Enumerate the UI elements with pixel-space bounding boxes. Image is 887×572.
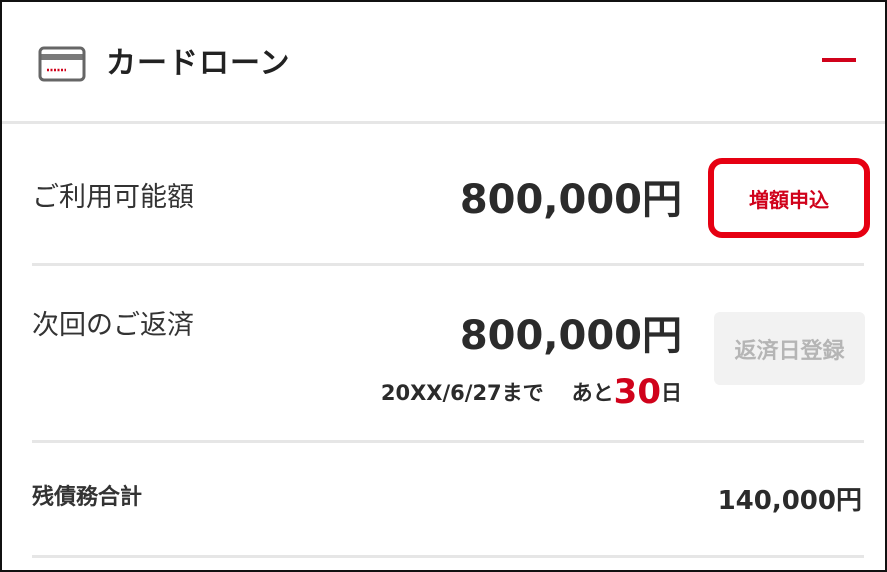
available-amount-label: ご利用可能額 — [32, 182, 194, 213]
next-payment-amount: 800,000円 — [459, 313, 682, 359]
panel-header[interactable]: カードローン — [2, 2, 885, 124]
card-loan-panel: カードローン ご利用可能額 800,000円 増額申込 次回のご返済 800,0… — [0, 0, 887, 572]
total-balance-amount: 140,000円 — [717, 486, 862, 516]
increase-application-button[interactable]: 増額申込 — [708, 158, 870, 238]
available-amount-value: 800,000円 — [459, 177, 682, 223]
next-payment-label: 次回のご返済 — [32, 310, 194, 341]
register-payment-date-button[interactable]: 返済日登録 — [714, 312, 865, 385]
total-balance-label: 残債務合計 — [32, 485, 143, 510]
credit-card-icon — [38, 46, 86, 82]
remaining-suffix: 日 — [661, 381, 682, 405]
divider — [32, 555, 864, 558]
due-info: 20XX/6/27まで あと30日 — [342, 370, 682, 415]
divider — [32, 440, 864, 443]
panel-title: カードローン — [106, 46, 291, 81]
remaining-prefix: あと — [571, 381, 614, 405]
remaining-days: 30 — [613, 372, 661, 412]
due-date: 20XX/6/27まで — [380, 381, 544, 405]
collapse-button[interactable] — [820, 42, 860, 82]
divider — [32, 263, 864, 266]
minus-icon — [822, 58, 856, 62]
increase-application-label: 増額申込 — [749, 187, 829, 212]
